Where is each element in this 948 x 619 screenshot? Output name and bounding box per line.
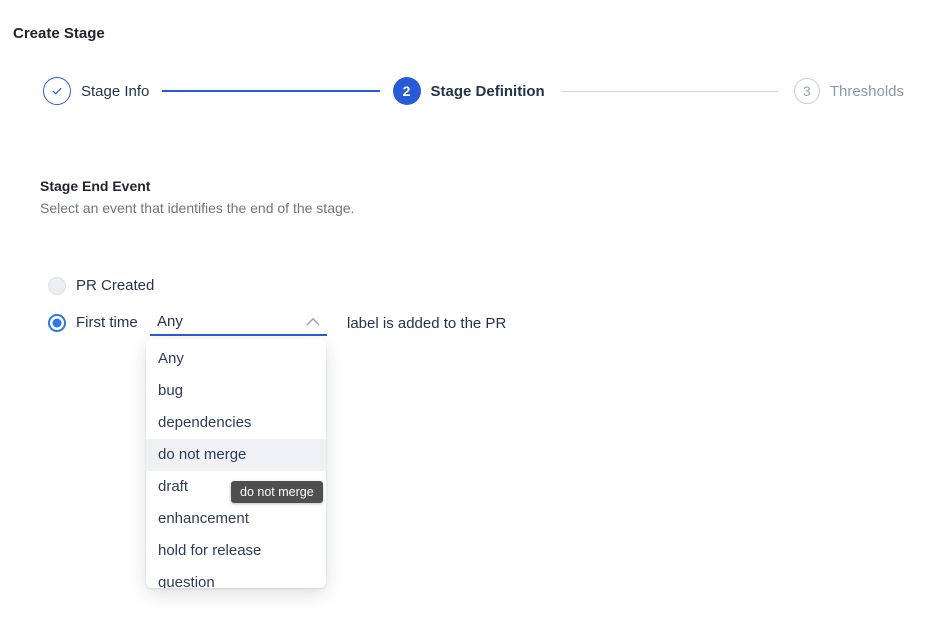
stepper-connector-upcoming <box>561 91 778 92</box>
dropdown-item-any[interactable]: Any <box>146 343 326 375</box>
stepper: Stage Info 2 Stage Definition 3 Threshol… <box>43 77 904 105</box>
step-1-circle <box>43 77 71 105</box>
step-3-label: Thresholds <box>830 83 904 100</box>
label-dropdown-menu: Any bug dependencies do not merge draft … <box>146 339 326 588</box>
radio-button-unselected[interactable] <box>48 277 66 295</box>
stage-end-event-description: Select an event that identifies the end … <box>40 200 354 216</box>
step-thresholds: 3 Thresholds <box>794 78 904 104</box>
page-title: Create Stage <box>13 25 105 42</box>
radio-option-first-time[interactable]: First time <box>48 314 138 332</box>
dropdown-item-question[interactable]: question <box>146 567 326 588</box>
step-2-label: Stage Definition <box>431 83 545 100</box>
label-select-value: Any <box>157 313 183 330</box>
create-stage-page: Create Stage Stage Info 2 Stage Definiti… <box>0 0 948 619</box>
do-not-merge-tooltip: do not merge <box>231 481 323 503</box>
check-icon <box>50 84 64 98</box>
dropdown-item-hold-for-release[interactable]: hold for release <box>146 535 326 567</box>
step-stage-info[interactable]: Stage Info <box>43 77 149 105</box>
dropdown-item-enhancement[interactable]: enhancement <box>146 503 326 535</box>
step-stage-definition[interactable]: 2 Stage Definition <box>393 77 545 105</box>
label-select[interactable]: Any <box>150 309 327 336</box>
stepper-connector-completed <box>162 90 379 92</box>
dropdown-item-bug[interactable]: bug <box>146 375 326 407</box>
select-suffix-text: label is added to the PR <box>347 315 506 332</box>
step-1-label: Stage Info <box>81 83 149 100</box>
radio-label-pr-created: PR Created <box>76 277 154 295</box>
dropdown-item-dependencies[interactable]: dependencies <box>146 407 326 439</box>
step-2-circle: 2 <box>393 77 421 105</box>
dropdown-item-do-not-merge[interactable]: do not merge <box>146 439 326 471</box>
stage-end-event-heading: Stage End Event <box>40 178 150 194</box>
step-3-circle: 3 <box>794 78 820 104</box>
radio-button-selected[interactable] <box>48 314 66 332</box>
chevron-up-icon <box>306 317 320 326</box>
radio-option-pr-created[interactable]: PR Created <box>48 277 154 295</box>
radio-label-first-time: First time <box>76 314 138 332</box>
